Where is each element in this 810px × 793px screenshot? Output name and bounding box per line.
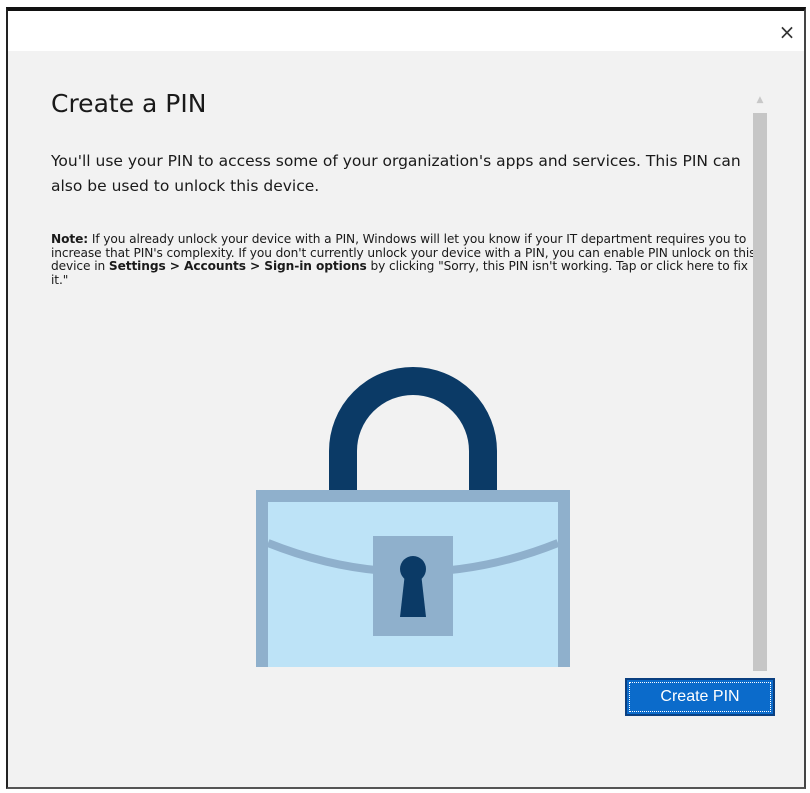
padlock-briefcase-icon [256,367,570,667]
dialog-description: You'll use your PIN to access some of yo… [51,152,741,195]
dialog-title: Create a PIN [51,89,207,118]
vertical-scrollbar[interactable]: ▲ ▼ [752,93,768,693]
create-pin-button[interactable]: Create PIN [625,678,775,716]
settings-path: Settings > Accounts > Sign-in options [108,259,367,273]
scroll-up-icon[interactable]: ▲ [752,93,768,107]
note-paragraph: Note: If you already unlock your device … [51,232,767,287]
note-label: Note: [51,232,89,246]
close-button[interactable]: × [774,19,800,45]
lock-shackle [329,367,497,491]
scroll-thumb[interactable] [753,113,767,671]
title-bar: × [8,11,804,51]
create-pin-window: × Create a PIN You'll use your PIN to ac… [6,7,806,789]
